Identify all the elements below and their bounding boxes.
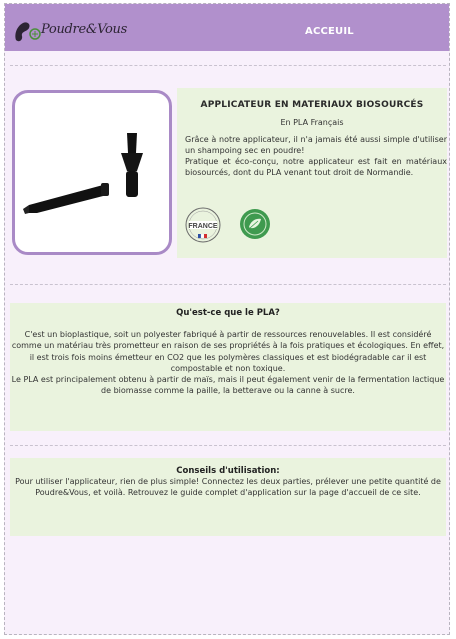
tips-title: Conseils d'utilisation: [176,466,280,476]
product-desc-2: Pratique et éco-conçu, notre applicateur… [185,157,447,177]
pla-info-panel: Qu'est-ce que le PLA? C'est un bioplasti… [10,303,446,431]
logo-icon [15,22,41,42]
logo[interactable]: Poudre&Vous [13,12,127,46]
product-image-frame [12,90,172,255]
product-description: Grâce à notre applicateur, il n'a jamais… [185,134,447,178]
section-divider [10,65,446,66]
product-desc-1: Grâce à notre applicateur, il n'a jamais… [185,135,447,155]
logo-text: Poudre&Vous [41,22,127,37]
section-divider [10,445,446,446]
france-badge-text: FRANCE [188,223,217,230]
pla-paragraph-1: C'est un bioplastique, soit un polyester… [11,330,445,373]
pla-title: Qu'est-ce que le PLA? [176,308,280,318]
section-divider [10,284,446,285]
product-subtitle: En PLA Français [280,118,344,127]
product-info-panel: APPLICATEUR EN MATERIAUX BIOSOURCÉS En P… [177,88,447,258]
nav-link-accueil[interactable]: ACCEUIL [305,26,354,37]
pla-paragraph-2: Le PLA est principalement obtenu à parti… [11,375,445,396]
bio-badge-icon [240,209,270,239]
origine-france-badge: FRANCE [181,203,225,251]
product-title: APPLICATEUR EN MATERIAUX BIOSOURCÉS [200,100,424,110]
biosourced-badge [239,208,271,244]
tips-text: Pour utiliser l'applicateur, rien de plu… [15,477,441,498]
france-badge-icon: FRANCE [185,207,221,243]
usage-tips-panel: Conseils d'utilisation: Pour utiliser l'… [10,458,446,536]
applicator-photo [23,133,143,214]
site-header: Poudre&Vous ACCEUIL [5,4,449,51]
